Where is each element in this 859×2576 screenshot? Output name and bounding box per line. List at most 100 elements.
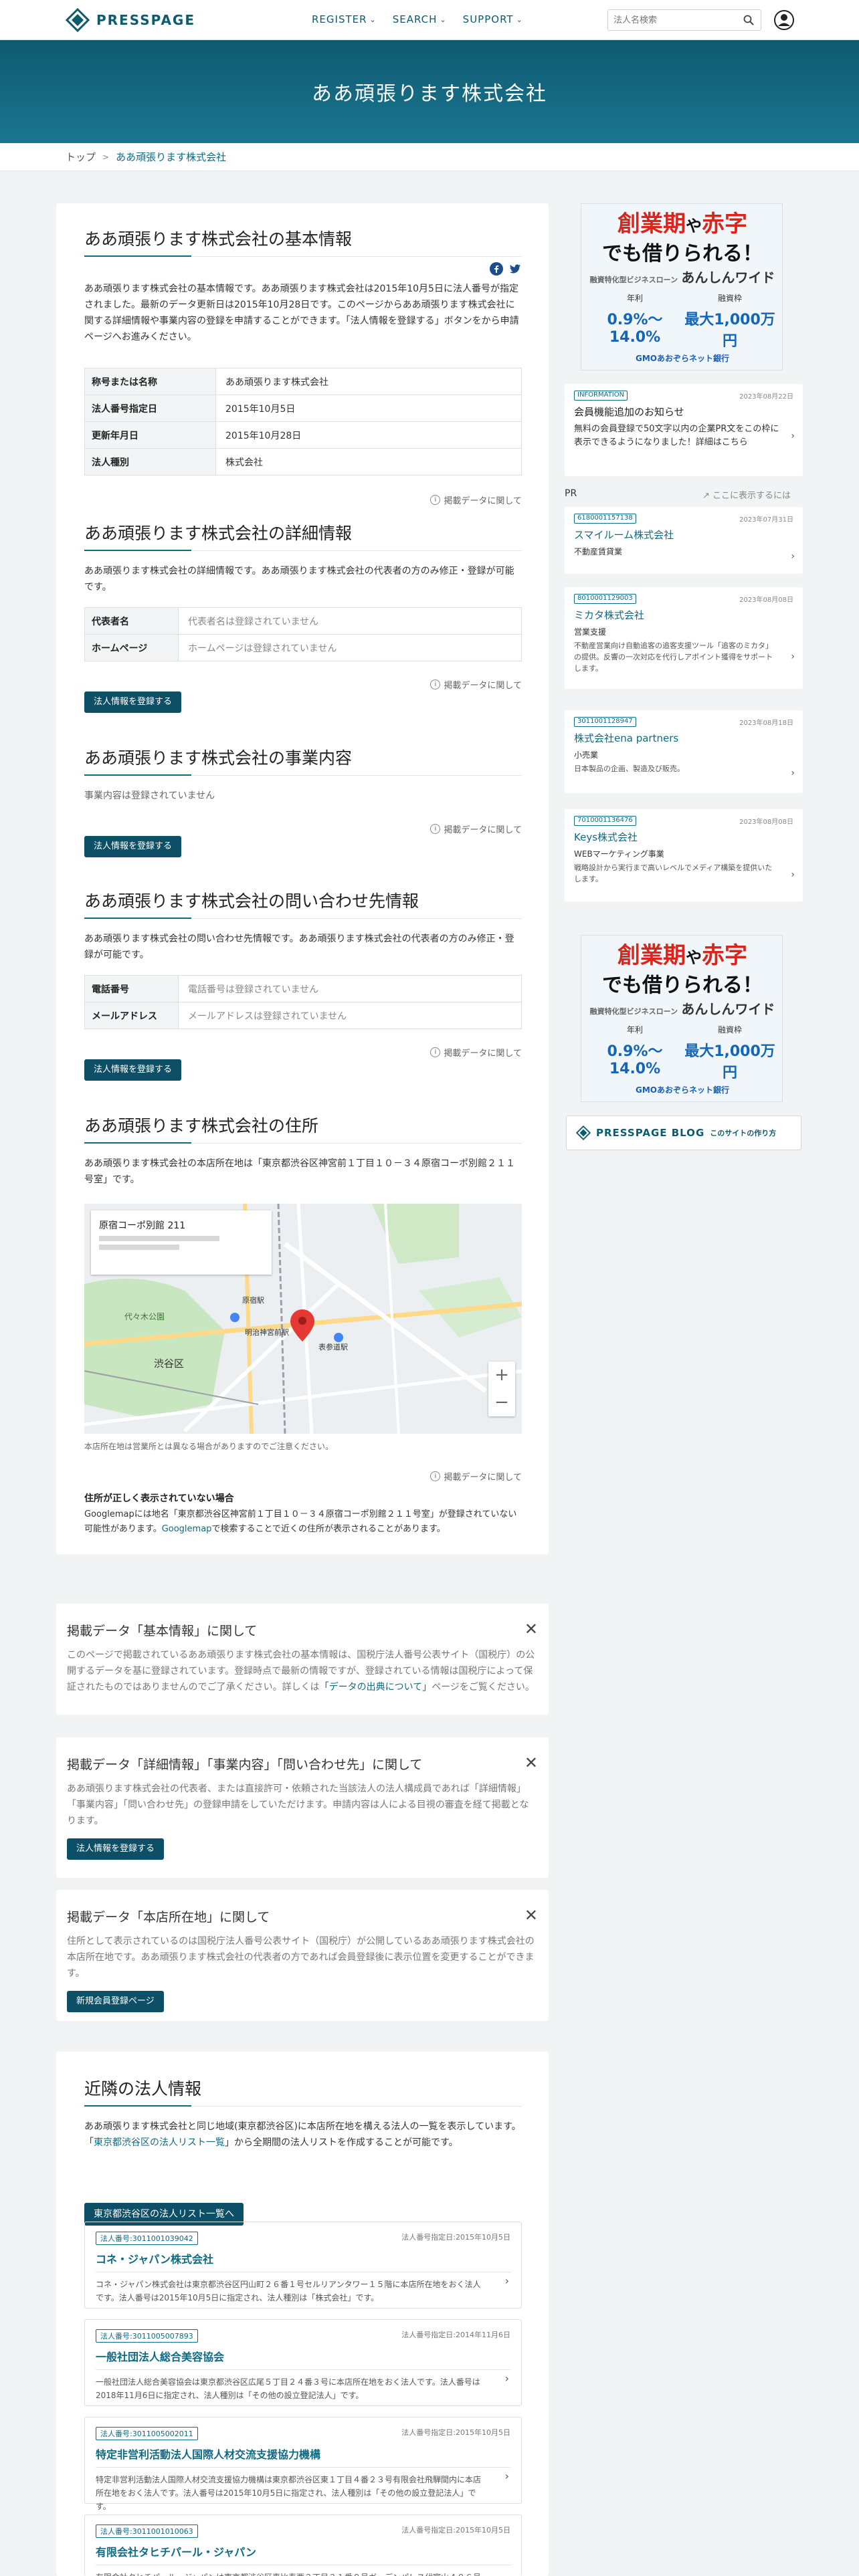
info-card[interactable]: INFORMATION 2023年08月22日 会員機能追加のお知らせ 無料の会員… [565,384,803,476]
list-item[interactable]: 法人番号:3011001010063 法人番号指定日:2015年10月5日 有限会… [84,2514,522,2576]
site-header: PRESSPAGE REGISTER ⌄ SEARCH ⌄ SUPPORT ⌄ [0,0,859,40]
contact-lead: ああ頑張ります株式会社の問い合わせ先情報です。ああ頑張ります株式会社の代表者の方… [84,934,514,960]
site-logo[interactable]: PRESSPAGE [66,8,195,32]
close-icon[interactable]: ✕ [524,1906,538,1925]
basic-info-title: ああ頑張ります株式会社の基本情報 [84,226,522,257]
info-icon: i [430,1047,441,1057]
notice-title: 掲載データ「詳細情報」「事業内容」「問い合わせ先」に関して [67,1757,423,1772]
chevron-down-icon: ⌄ [516,15,523,24]
pr-card-name: 株式会社ena partners [574,732,679,744]
pr-card-category: 不動産賃貸業 [574,547,623,556]
chevron-right-icon: › [504,2372,509,2385]
list-item[interactable]: 法人番号:3011001039042 法人番号指定日:2015年10月5日 コネ・… [84,2222,522,2309]
about-data-link[interactable]: i 掲載データに関して [430,678,522,691]
detail-info-title: ああ頑張ります株式会社の詳細情報 [84,520,522,551]
pr-card[interactable]: 3011001128947 2023年08月18日 株式会社ena partner… [565,710,803,793]
map-zoom-controls: + − [488,1362,515,1416]
pr-card[interactable]: 8010001129003 2023年08月08日 ミカタ株式会社 営業支援 不動… [565,587,803,689]
notice-text: このページで掲載されているああ頑張ります株式会社の基本情報は、国税庁法人番号公表… [67,1650,535,1693]
contact-title: ああ頑張ります株式会社の問い合わせ先情報 [84,888,522,919]
chevron-right-icon: › [504,2470,509,2482]
corp-name: コネ・ジャパン株式会社 [96,2250,510,2272]
ad-banner-top[interactable]: 創業期や赤字 でも借りられる！ 融資特化型ビジネスローン あんしんワイド 年利 0… [581,203,783,370]
hero-banner: ああ頑張ります株式会社 [0,40,859,143]
ad-banner-bottom[interactable]: 創業期や赤字 でも借りられる！ 融資特化型ビジネスローン あんしんワイド 年利 0… [581,935,783,1102]
corp-name: 一般社団法人総合美容協会 [96,2348,510,2370]
table-row: 代表者名 代表者名は登録されていません [84,607,522,635]
register-corp-button[interactable]: 法人情報を登録する [84,836,182,857]
about-data-link[interactable]: i 掲載データに関して [430,1470,522,1483]
logo-text: PRESSPAGE [96,12,196,28]
googlemap-link[interactable]: Googlemap [162,1524,212,1534]
info-icon: i [430,495,441,505]
pr-card-desc: 戦略設計から実行まで高いレベルでメディア構築を提供いたします。 [574,863,773,883]
business-title: ああ頑張ります株式会社の事業内容 [84,745,522,776]
pr-label: PR [565,488,577,499]
list-item[interactable]: 法人番号:3011005007893 法人番号指定日:2014年11月6日 一般社… [84,2319,522,2406]
pr-card[interactable]: 7010001136476 2023年08月08日 Keys株式会社 WEBマーケ… [565,809,803,901]
pr-card-name: スマイルーム株式会社 [574,529,674,541]
table-row: 称号または名称 ああ頑張ります株式会社 [84,368,522,395]
chevron-down-icon: ⌄ [369,15,377,24]
list-item[interactable]: 法人番号:3011005002011 法人番号指定日:2015年10月5日 特定非… [84,2417,522,2511]
nav-support[interactable]: SUPPORT ⌄ [463,13,523,25]
address-warning-title: 住所が正しく表示されていない場合 [84,1493,234,1504]
corp-desc: 特定非営利活動法人国際人材交流支援協力機構は東京都渋谷区東１丁目４番２３号有限会… [96,2475,482,2511]
corp-desc: コネ・ジャパン株式会社は東京都渋谷区円山町２６番１号セルリアンタワー１５階に本店… [96,2280,481,2302]
presspage-logo-icon [576,1125,591,1140]
user-account-icon[interactable] [773,9,795,31]
nav-search[interactable]: SEARCH ⌄ [393,13,447,25]
pr-card-name: ミカタ株式会社 [574,609,645,621]
zoom-in-button[interactable]: + [488,1362,515,1389]
register-corp-button[interactable]: 法人情報を登録する [84,1059,182,1081]
register-corp-button[interactable]: 法人情報を登録する [67,1838,165,1860]
google-map[interactable]: 原宿コーポ別館 211 渋谷区 代々木公園 明治神宮前駅 表参道駅 原宿駅 + … [84,1204,522,1434]
chevron-right-icon: › [791,651,795,662]
address-title: ああ頑張ります株式会社の住所 [84,1113,522,1144]
pr-card[interactable]: 6180001157138 2023年07月31日 スマイルーム株式会社 不動産賃… [565,507,803,574]
external-link-icon: ↗ [702,491,713,501]
member-register-button[interactable]: 新規会員登録ページ [67,1991,164,2012]
breadcrumb: トップ > ああ頑張ります株式会社 [0,143,859,171]
nearby-lead: ああ頑張ります株式会社と同じ地域(東京都渋谷区)に本店所在地を構える法人の一覧を… [84,2121,521,2148]
data-source-link[interactable]: 「データの出典について」 [320,1682,432,1693]
address-lead: ああ頑張ります株式会社の本店所在地は「東京都渋谷区神宮前１丁目１０－３４原宿コー… [84,1158,515,1185]
contact-section: ああ頑張ります株式会社の問い合わせ先情報 ああ頑張ります株式会社の問い合わせ先情… [84,888,522,1081]
business-section: ああ頑張ります株式会社の事業内容 事業内容は登録されていません i 掲載データに関… [84,745,522,857]
info-icon: i [430,1471,441,1481]
corp-search-input[interactable] [613,15,742,25]
chevron-right-icon: › [791,551,795,562]
share-buttons [490,262,522,276]
close-icon[interactable]: ✕ [524,1620,538,1638]
about-data-link[interactable]: i 掲載データに関して [430,494,522,506]
search-icon[interactable] [742,13,755,27]
map-label-meiji-station: 明治神宮前駅 [245,1328,289,1337]
breadcrumb-current[interactable]: ああ頑張ります株式会社 [116,150,226,164]
pr-info-link[interactable]: ↗ ここに表示するには [702,488,791,501]
basic-info-section: ああ頑張ります株式会社の基本情報 ああ頑張ります株式会社の基本情報です。ああ頑張… [84,226,522,506]
pr-card-name: Keys株式会社 [574,831,638,843]
about-data-link[interactable]: i 掲載データに関して [430,1046,522,1059]
chevron-right-icon: › [504,2274,509,2287]
breadcrumb-separator: > [102,152,110,162]
zoom-out-button[interactable]: − [488,1389,515,1416]
facebook-icon[interactable] [490,262,503,276]
shibuya-list-link[interactable]: 東京都渋谷区の法人リスト一覧 [94,2137,225,2148]
info-icon: i [430,824,441,834]
info-card-text: 無料の会員登録で50文字以内の企業PR文をこの枠に表示できるようになりました！詳… [574,424,779,447]
about-data-link[interactable]: i 掲載データに関して [430,823,522,835]
notice-title: 掲載データ「基本情報」に関して [67,1624,258,1638]
table-row: 電話番号 電話番号は登録されていません [84,975,522,1002]
twitter-icon[interactable] [508,262,522,276]
contact-table: 電話番号 電話番号は登録されていません メールアドレス メールアドレスは登録されてい… [84,975,522,1029]
table-row: メールアドレス メールアドレスは登録されていません [84,1002,522,1029]
close-icon[interactable]: ✕ [524,1753,538,1772]
register-corp-button[interactable]: 法人情報を登録する [84,691,182,713]
breadcrumb-home[interactable]: トップ [66,150,96,164]
notice-title: 掲載データ「本店所在地」に関して [67,1910,270,1925]
table-row: ホームページ ホームページは登録されていません [84,634,522,661]
address-warning-text: Googlemapには地名「東京都渋谷区神宮前１丁目１０－３４原宿コーポ別館２１… [84,1509,517,1534]
notice-detail: 掲載データ「詳細情報」「事業内容」「問い合わせ先」に関して ✕ ああ頑張ります株… [56,1737,549,1878]
presspage-blog-banner[interactable]: PRESSPAGE BLOG このサイトの作り方 [566,1115,801,1150]
nav-register[interactable]: REGISTER ⌄ [312,13,377,25]
